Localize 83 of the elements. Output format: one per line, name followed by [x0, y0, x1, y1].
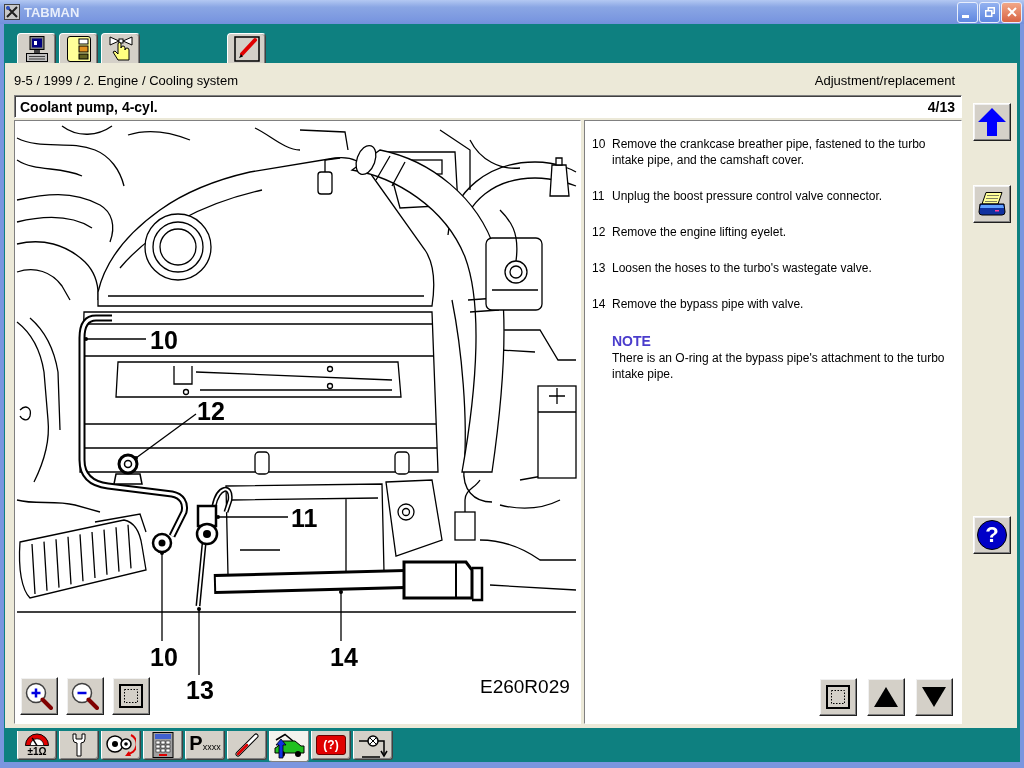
- frame-icon: [119, 684, 143, 708]
- tab[interactable]: [227, 33, 266, 63]
- keypad-icon: [152, 732, 174, 758]
- note-heading: NOTE: [612, 332, 651, 350]
- page-counter: 4/13: [927, 98, 955, 115]
- step-number: 11: [592, 188, 606, 204]
- toolbar-button[interactable]: [353, 731, 393, 760]
- restore-icon: [984, 7, 995, 17]
- callout-number: 11: [291, 504, 318, 532]
- section-label: Adjustment/replacement: [814, 72, 955, 88]
- zoom-in-icon: [25, 682, 53, 710]
- up-arrow-icon: [978, 108, 1006, 136]
- car-icon: [273, 733, 305, 759]
- toolbar-button[interactable]: [59, 731, 99, 760]
- zoom-out-icon: [71, 682, 99, 710]
- lamp-circuit-icon: [358, 732, 388, 758]
- folder-icon: [66, 35, 91, 62]
- zoom-out-button[interactable]: [66, 677, 104, 715]
- minimize-button[interactable]: [957, 1, 978, 23]
- step-text: Remove the bypass pipe with valve.: [612, 296, 805, 312]
- close-icon: [1006, 7, 1017, 17]
- bolt: [254, 451, 270, 475]
- callout-number: 12: [197, 397, 225, 425]
- leader-line: [84, 337, 147, 341]
- callout-number: 14: [330, 643, 358, 671]
- down-triangle-icon: [922, 687, 946, 707]
- printer-icon: [978, 192, 1006, 216]
- previous-page-button[interactable]: [867, 678, 905, 716]
- restore-button[interactable]: [979, 1, 1000, 23]
- print-button[interactable]: [973, 185, 1011, 223]
- lifting-eyelet: [113, 453, 143, 485]
- tab[interactable]: [101, 33, 140, 63]
- spray-nozzle: [549, 157, 570, 197]
- window-title: TABMAN: [24, 4, 80, 20]
- toolbar-button[interactable]: [269, 731, 309, 762]
- up-button[interactable]: [973, 103, 1011, 141]
- fit-view-button[interactable]: [819, 678, 857, 716]
- close-button[interactable]: [1001, 1, 1022, 23]
- pencil-icon: [233, 35, 260, 62]
- next-page-button[interactable]: [915, 678, 953, 716]
- toolbar-button[interactable]: [227, 731, 267, 760]
- frame-icon: [826, 685, 850, 709]
- callout-number: 10: [150, 643, 178, 671]
- tab[interactable]: [17, 33, 56, 63]
- figure-code: E260R029: [480, 676, 570, 697]
- toolbar-button[interactable]: ±1Ω: [17, 731, 57, 760]
- toolbar-button[interactable]: [143, 731, 183, 760]
- plug-connector: [317, 157, 341, 195]
- wire-connector: [454, 479, 481, 541]
- app-icon: [4, 4, 20, 20]
- bolt: [394, 451, 410, 475]
- leader-line: [339, 590, 343, 642]
- step-text: Remove the crankcase breather pipe, fastened to the turbo intake pipe, and the camshaft cover.: [612, 136, 927, 168]
- step-number: 13: [592, 260, 607, 276]
- hand-icon: [108, 35, 133, 62]
- filler-cap: [144, 213, 212, 281]
- minimize-icon: [961, 15, 969, 18]
- valve-connector: [195, 504, 219, 546]
- step-number: 14: [592, 296, 607, 312]
- breadcrumb: 9-5 / 1999 / 2. Engine / Cooling system: [14, 72, 238, 88]
- toolbar-button[interactable]: (?): [311, 731, 351, 760]
- help-button[interactable]: ?: [973, 516, 1011, 554]
- step-text: Remove the engine lifting eyelet.: [612, 224, 788, 240]
- zoom-in-button[interactable]: [20, 677, 58, 715]
- leader-line: [197, 607, 201, 676]
- callout-number: 10: [150, 326, 178, 354]
- step-number: 10: [592, 136, 607, 153]
- computer-icon: [25, 35, 48, 62]
- wrench-icon: [72, 733, 86, 757]
- document-title: Coolant pump, 4-cyl.: [20, 98, 158, 115]
- step-text: Loosen the hoses to the turbo's wastegate valve.: [612, 260, 873, 276]
- discs-arrow-icon: [106, 733, 136, 757]
- step-text: Unplug the boost pressure control valve connector.: [612, 188, 884, 204]
- step-number: 12: [592, 224, 607, 240]
- thermometer-icon: [235, 733, 259, 757]
- toolbar-button[interactable]: [101, 731, 141, 760]
- callout-number: 13: [186, 676, 214, 704]
- note-text: There is an O-ring at the bypass pipe's attachment to the turbo intake pipe.: [612, 350, 946, 382]
- fit-view-button[interactable]: [112, 677, 150, 715]
- up-triangle-icon: [874, 687, 898, 707]
- gauge-icon: [24, 733, 50, 746]
- tab[interactable]: [59, 33, 98, 63]
- leader-line: [134, 413, 197, 460]
